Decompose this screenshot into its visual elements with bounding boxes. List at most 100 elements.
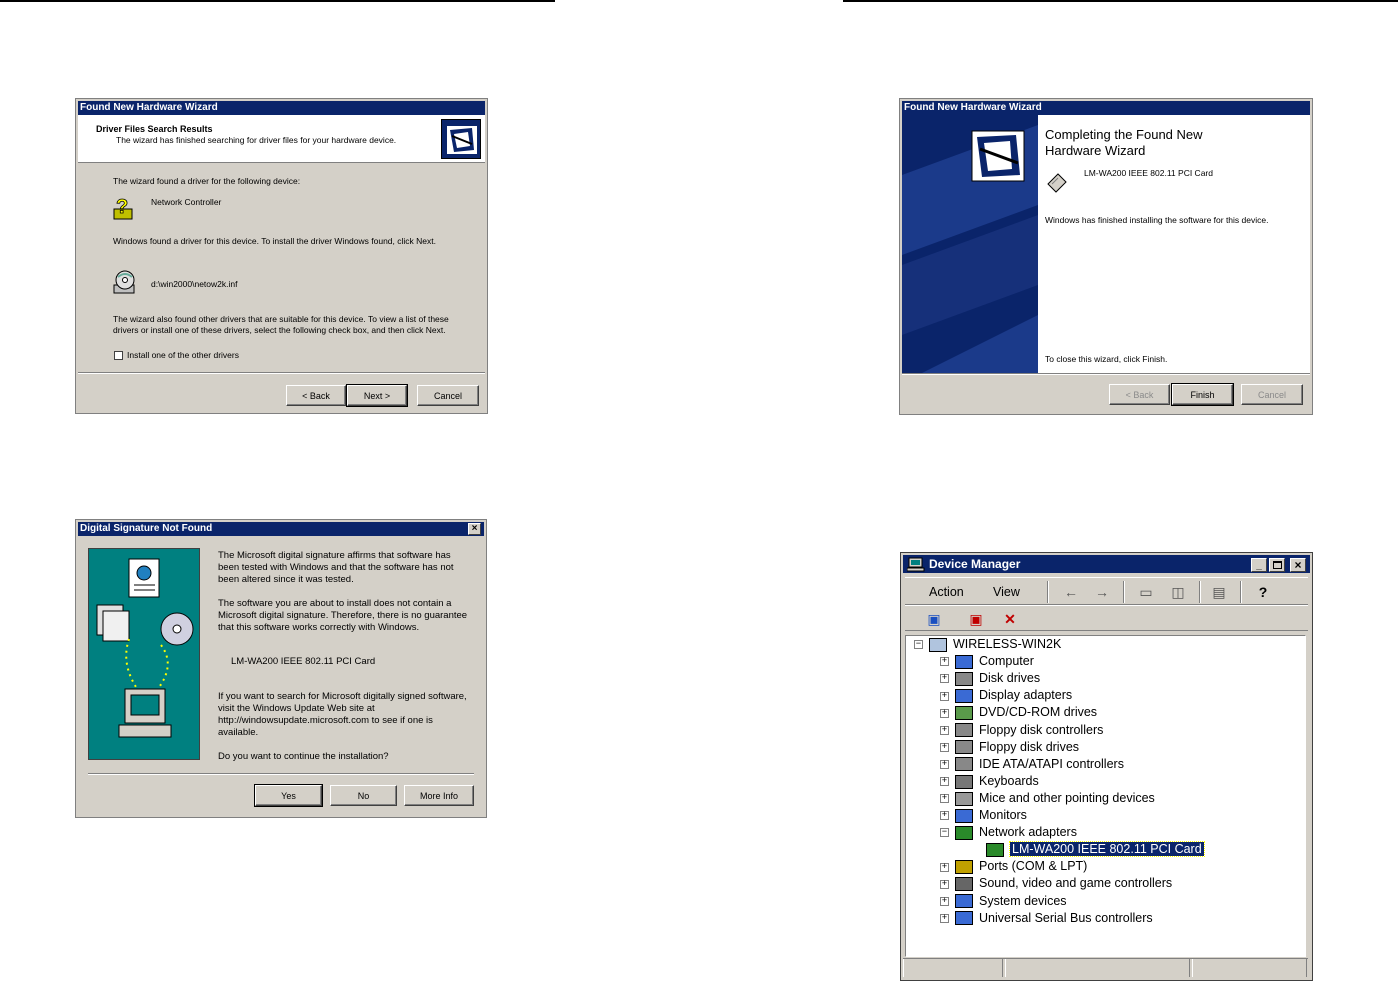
expand-toggle-icon[interactable]: + (940, 742, 949, 752)
wizard-titlebar: Found New Hardware Wizard (78, 101, 485, 115)
install-other-drivers-checkbox[interactable] (114, 351, 123, 360)
tree-item[interactable]: + Floppy disk drives (940, 739, 1079, 756)
device-manager-window: Device Manager _ × Action View ← → ▭ ◫ ▤… (900, 552, 1313, 981)
wizard-side-banner (902, 115, 1038, 373)
device-category-icon (955, 791, 973, 806)
view-menu[interactable]: View (993, 584, 1020, 600)
tree-item-label: Keyboards (979, 773, 1039, 788)
wizard-completing-window: Found New Hardware Wizard Completing the… (899, 98, 1313, 415)
help-icon[interactable]: ? (1252, 582, 1274, 602)
expand-toggle-icon[interactable]: − (940, 828, 949, 838)
expand-toggle-icon[interactable]: + (940, 657, 949, 667)
found-driver-intro: The wizard found a driver for the follow… (113, 176, 301, 186)
question-icon: ? (112, 195, 136, 221)
expand-toggle-icon[interactable]: + (940, 691, 949, 701)
expand-toggle-icon[interactable]: + (940, 708, 949, 718)
device-category-icon (955, 689, 973, 703)
properties-icon[interactable]: ▤ (1208, 582, 1230, 602)
next-button[interactable]: Next > (346, 384, 408, 407)
tree-item-label: Floppy disk drives (979, 739, 1080, 754)
cancel-button-disabled[interactable]: Cancel (1241, 384, 1303, 405)
tree-item-label: Display adapters (979, 688, 1073, 703)
maximize-button[interactable] (1269, 558, 1285, 572)
no-button[interactable]: No (330, 785, 397, 806)
cancel-button[interactable]: Cancel (417, 385, 479, 406)
tree-item[interactable]: + Mice and other pointing devices (940, 790, 1155, 807)
found-driver-text: Windows found a driver for this device. … (113, 236, 436, 246)
tree-item-label: Monitors (979, 808, 1027, 822)
device-category-icon (955, 706, 973, 721)
tree-item-label: Network adapters (979, 825, 1077, 840)
more-info-button[interactable]: More Info (404, 785, 474, 806)
svg-text:?: ? (116, 196, 128, 218)
device-manager-title: Device Manager (929, 557, 1021, 571)
expand-toggle-icon[interactable]: + (940, 674, 949, 684)
device-manager-titlebar: Device Manager (903, 555, 1310, 573)
expand-toggle-icon[interactable]: + (940, 725, 949, 735)
tree-item-label: LM-WA200 IEEE 802.11 PCI Card (1009, 841, 1205, 858)
device-category-icon (955, 911, 973, 926)
expand-toggle-icon[interactable]: + (940, 759, 949, 769)
yes-button[interactable]: Yes (254, 784, 323, 807)
tree-item[interactable]: + Monitors (940, 807, 1027, 824)
tree-item[interactable]: − Network adapters (940, 824, 1077, 841)
tree-item-label: Disk drives (979, 671, 1041, 686)
tree-item[interactable]: + DVD/CD-ROM drives (940, 704, 1097, 721)
device-name-label: Network Controller (151, 197, 222, 207)
scan-hardware-icon[interactable]: ▣ (923, 609, 945, 629)
uninstall-device-icon[interactable]: ✕ (999, 609, 1021, 629)
menu-toolbar: Action View ← → ▭ ◫ ▤ ? (905, 577, 1308, 605)
signature-paragraph-2: The software you are about to install do… (218, 598, 468, 633)
device-category-icon (955, 671, 973, 686)
status-bar (903, 958, 1308, 977)
tree-item-lm-wa200-card[interactable]: LM-WA200 IEEE 802.11 PCI Card (986, 841, 1205, 858)
expand-toggle-icon[interactable]: + (940, 777, 949, 786)
expand-toggle-icon[interactable]: + (940, 862, 949, 872)
disable-device-icon[interactable]: ▣ (965, 609, 987, 629)
signature-separator (88, 773, 474, 775)
back-button[interactable]: < Back (286, 385, 346, 406)
tree-item[interactable]: + Keyboards (940, 773, 1039, 790)
completing-heading-line2: Hardware Wizard (1045, 143, 1146, 158)
installed-device-name: LM-WA200 IEEE 802.11 PCI Card (1084, 168, 1213, 178)
tree-item[interactable]: + Universal Serial Bus controllers (940, 910, 1153, 927)
tree-item[interactable]: + Floppy disk controllers (940, 722, 1103, 739)
tree-item[interactable]: + System devices (940, 893, 1067, 910)
folder-up-icon[interactable]: ▭ (1135, 582, 1157, 602)
show-hide-tree-icon[interactable]: ◫ (1167, 582, 1189, 602)
close-icon[interactable]: × (468, 523, 481, 535)
expand-toggle-icon[interactable]: + (940, 879, 949, 889)
action-menu[interactable]: Action (929, 584, 964, 600)
expand-toggle-icon[interactable]: + (940, 913, 949, 923)
minimize-button[interactable]: _ (1251, 558, 1267, 572)
computer-title-icon (906, 557, 925, 572)
forward-arrow-icon[interactable]: → (1091, 582, 1113, 602)
finish-button[interactable]: Finish (1171, 383, 1234, 406)
tree-item[interactable]: + Display adapters (940, 687, 1072, 704)
expand-toggle-icon[interactable]: + (940, 794, 949, 804)
tree-item[interactable]: + Sound, video and game controllers (940, 875, 1172, 892)
back-arrow-icon[interactable]: ← (1060, 582, 1082, 602)
tree-item[interactable]: + Ports (COM & LPT) (940, 858, 1087, 875)
tree-item-label: Ports (COM & LPT) (979, 859, 1088, 874)
tree-root-node[interactable]: − WIRELESS-WIN2K (914, 636, 1061, 653)
tree-item[interactable]: + Disk drives (940, 670, 1040, 687)
completing-heading-line1: Completing the Found New (1045, 127, 1203, 142)
signature-illustration (88, 548, 200, 760)
device-category-icon (955, 723, 973, 738)
tree-item-label: Floppy disk controllers (979, 722, 1104, 737)
signature-paragraph-3: If you want to search for Microsoft digi… (218, 691, 467, 738)
driver-path-label: d:\win2000\netow2k.inf (151, 279, 238, 289)
expand-toggle-icon[interactable]: + (940, 896, 949, 906)
tree-item[interactable]: + IDE ATA/ATAPI controllers (940, 756, 1124, 773)
wizard-footer-separator (78, 372, 485, 374)
finished-installing-text: Windows has finished installing the soft… (1045, 215, 1269, 225)
tree-item[interactable]: + Computer (940, 653, 1034, 670)
page-rule-left (0, 0, 555, 2)
expand-toggle-icon[interactable]: + (940, 811, 949, 821)
close-window-button[interactable]: × (1290, 558, 1306, 572)
back-button-disabled[interactable]: < Back (1109, 384, 1170, 405)
tree-item-label: Mice and other pointing devices (979, 790, 1155, 805)
device-category-icon (955, 808, 973, 823)
device-category-icon (955, 860, 973, 874)
